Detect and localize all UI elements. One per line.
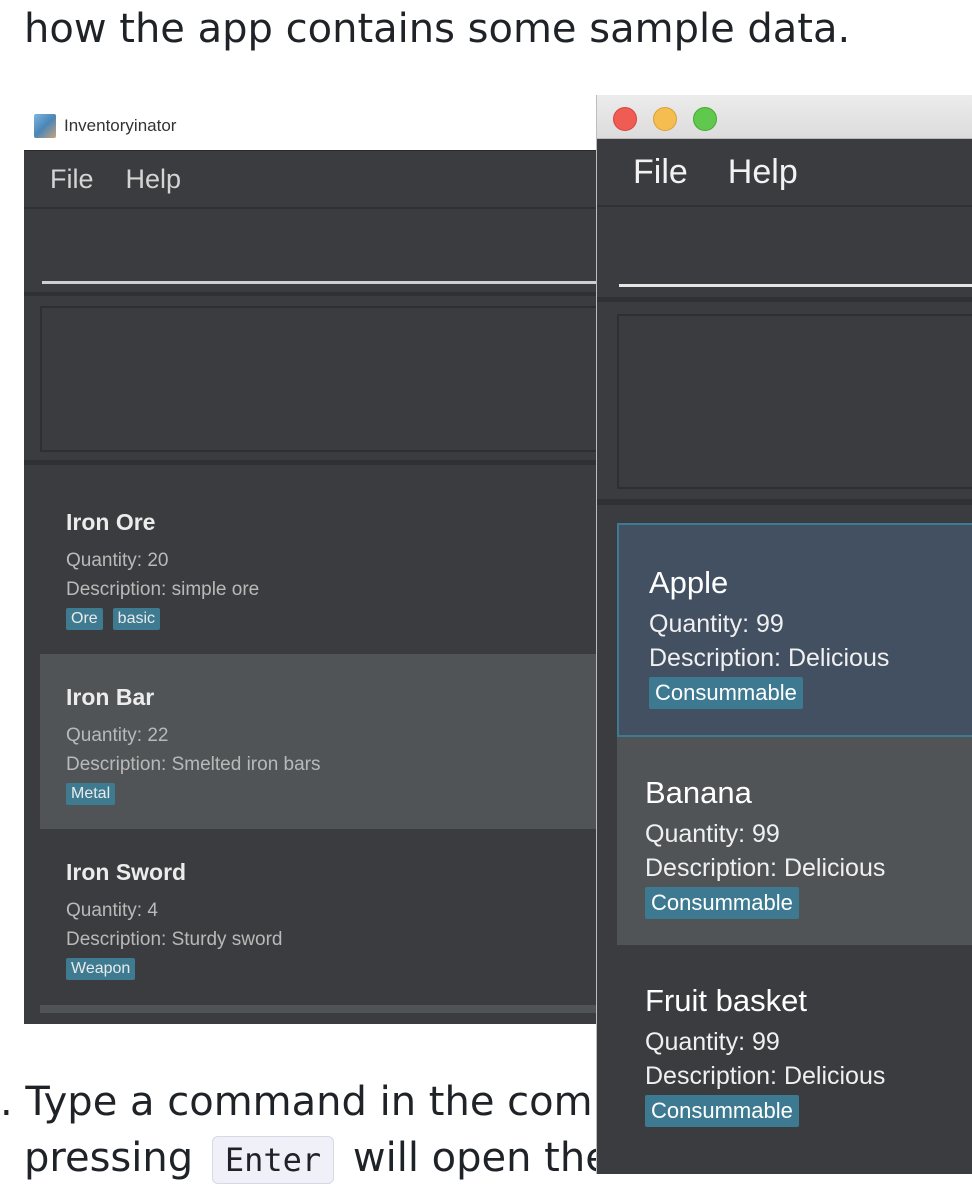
item-name: Apple bbox=[649, 565, 729, 600]
list-item[interactable]: Banana Quantity: 99 Description: Delicio… bbox=[617, 737, 972, 945]
item-quantity: Quantity: 22 bbox=[66, 725, 169, 746]
item-tag: Consummable bbox=[645, 887, 799, 919]
zoom-icon[interactable] bbox=[693, 107, 717, 131]
window-titlebar[interactable] bbox=[597, 95, 972, 139]
command-box[interactable] bbox=[24, 209, 624, 296]
item-description: Description: Sturdy sword bbox=[66, 929, 283, 950]
menu-file[interactable]: File bbox=[50, 164, 94, 195]
item-quantity: Quantity: 20 bbox=[66, 550, 169, 571]
window-title: Inventoryinator bbox=[64, 115, 177, 135]
item-tag: Ore bbox=[66, 608, 103, 630]
inventoryinator-window-windows: Inventoryinator File Help Iron Ore Quant… bbox=[24, 101, 624, 1024]
window-titlebar[interactable]: Inventoryinator bbox=[24, 101, 624, 151]
item-quantity: Quantity: 99 bbox=[649, 610, 784, 638]
close-icon[interactable] bbox=[613, 107, 637, 131]
minimize-icon[interactable] bbox=[653, 107, 677, 131]
command-input-underline[interactable] bbox=[42, 281, 624, 284]
list-item[interactable]: Iron Bar Quantity: 22 Description: Smelt… bbox=[40, 654, 624, 829]
item-tag: Weapon bbox=[66, 958, 136, 980]
list-item[interactable]: Iron Sword Quantity: 4 Description: Stur… bbox=[40, 829, 624, 1004]
item-quantity: Quantity: 99 bbox=[645, 820, 780, 848]
doc-paragraph-text: how the app contains some sample data. bbox=[24, 6, 851, 52]
item-quantity: Quantity: 99 bbox=[645, 1028, 780, 1056]
item-description: Description: simple ore bbox=[66, 579, 260, 600]
item-list[interactable]: Iron Ore Quantity: 20 Description: simpl… bbox=[40, 479, 624, 1004]
doc-text-before: pressing bbox=[24, 1135, 206, 1181]
item-name: Iron Ore bbox=[66, 509, 156, 535]
menu-help[interactable]: Help bbox=[126, 164, 182, 195]
menu-bar: File Help bbox=[597, 139, 972, 207]
list-item[interactable]: Iron Ore Quantity: 20 Description: simpl… bbox=[40, 479, 624, 654]
result-display bbox=[40, 306, 624, 452]
item-description: Description: Delicious bbox=[645, 1062, 886, 1090]
menu-file[interactable]: File bbox=[633, 153, 688, 192]
item-name: Fruit basket bbox=[645, 983, 807, 1018]
menu-help[interactable]: Help bbox=[728, 153, 798, 192]
doc-step-text: . Type a command in the comm bbox=[0, 1079, 632, 1125]
item-description: Description: Smelted iron bars bbox=[66, 754, 321, 775]
item-name: Iron Bar bbox=[66, 684, 155, 710]
item-description: Description: Delicious bbox=[645, 854, 886, 882]
item-tag: Consummable bbox=[649, 677, 803, 709]
doc-text-after: will open the bbox=[340, 1135, 610, 1181]
list-item[interactable]: Fruit basket Quantity: 99 Description: D… bbox=[617, 945, 972, 1158]
command-input-underline[interactable] bbox=[619, 284, 972, 287]
divider bbox=[597, 499, 972, 505]
list-next-item-edge bbox=[40, 1005, 624, 1013]
result-display bbox=[617, 314, 972, 489]
item-name: Banana bbox=[645, 775, 752, 810]
item-tag: basic bbox=[112, 608, 161, 630]
list-item-selected[interactable]: Apple Quantity: 99 Description: Deliciou… bbox=[617, 523, 972, 737]
inline-code: Enter bbox=[211, 1136, 335, 1184]
item-quantity: Quantity: 4 bbox=[66, 900, 158, 921]
item-list[interactable]: Apple Quantity: 99 Description: Deliciou… bbox=[617, 523, 972, 1158]
doc-paragraph-text-2: pressing Enter will open the bbox=[24, 1130, 610, 1188]
divider bbox=[24, 460, 624, 465]
item-tag: Metal bbox=[66, 783, 116, 805]
inventoryinator-window-mac: File Help Apple Quantity: 99 Description… bbox=[596, 95, 972, 1174]
command-box[interactable] bbox=[597, 207, 972, 302]
item-name: Iron Sword bbox=[66, 859, 187, 885]
item-tag: Consummable bbox=[645, 1095, 799, 1127]
menu-bar: File Help bbox=[24, 151, 624, 209]
app-icon bbox=[34, 113, 56, 138]
item-description: Description: Delicious bbox=[649, 644, 890, 672]
